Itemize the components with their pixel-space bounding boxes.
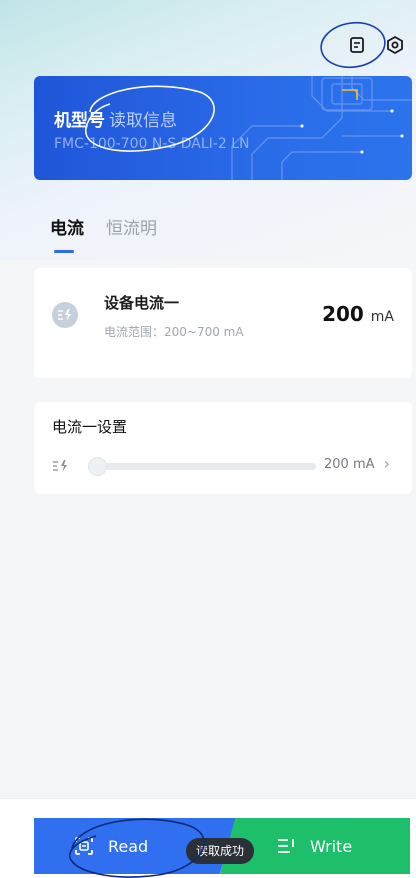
tab-current[interactable]: 电流 (50, 214, 84, 253)
tab-bar: 电流 恒流明 (50, 214, 157, 253)
device-current-card: 设备电流一 电流范围：200~700 mA 200 mA (34, 268, 412, 378)
write-button-label: Write (310, 836, 353, 856)
tab-current-label: 电流 (50, 219, 84, 239)
read-info-link[interactable]: 读取信息 (109, 106, 177, 131)
banner-title-row: 机型号 读取信息 (54, 106, 177, 131)
device-current-number: 200 (322, 302, 364, 326)
circuit-pattern (231, 76, 412, 180)
tab-constant-current[interactable]: 恒流明 (106, 214, 157, 253)
device-info-banner: 机型号 读取信息 FMC-100-700 N-S DALI-2 LN (34, 76, 412, 180)
current-slider-track[interactable] (96, 463, 316, 470)
current-setting-row: 200 mA › (52, 454, 396, 478)
current-small-icon (52, 458, 70, 477)
chevron-right-icon[interactable]: › (384, 454, 390, 473)
current-setting-value: 200 mA (324, 457, 375, 472)
read-success-toast: 读取成功 (186, 838, 255, 864)
device-current-value: 200 mA (322, 302, 394, 326)
model-label: 机型号 (54, 111, 105, 131)
model-number: FMC-100-700 N-S DALI-2 LN (54, 136, 250, 152)
settings-icon[interactable] (384, 34, 406, 56)
device-current-name: 设备电流一 (104, 294, 180, 312)
scan-icon (75, 837, 93, 855)
read-button-label: Read (108, 836, 149, 856)
header-actions (346, 34, 406, 56)
current-setting-title: 电流一设置 (52, 418, 128, 436)
current-setting-card[interactable]: 电流一设置 200 mA › (34, 402, 412, 494)
tab-active-indicator (54, 250, 74, 253)
device-current-unit: mA (370, 309, 394, 325)
current-slider-thumb[interactable] (88, 457, 107, 476)
document-icon[interactable] (346, 34, 368, 56)
current-icon (52, 302, 78, 328)
device-current-range: 电流范围：200~700 mA (104, 325, 244, 339)
write-list-icon (278, 839, 294, 853)
tab-constant-current-label: 恒流明 (106, 219, 157, 239)
